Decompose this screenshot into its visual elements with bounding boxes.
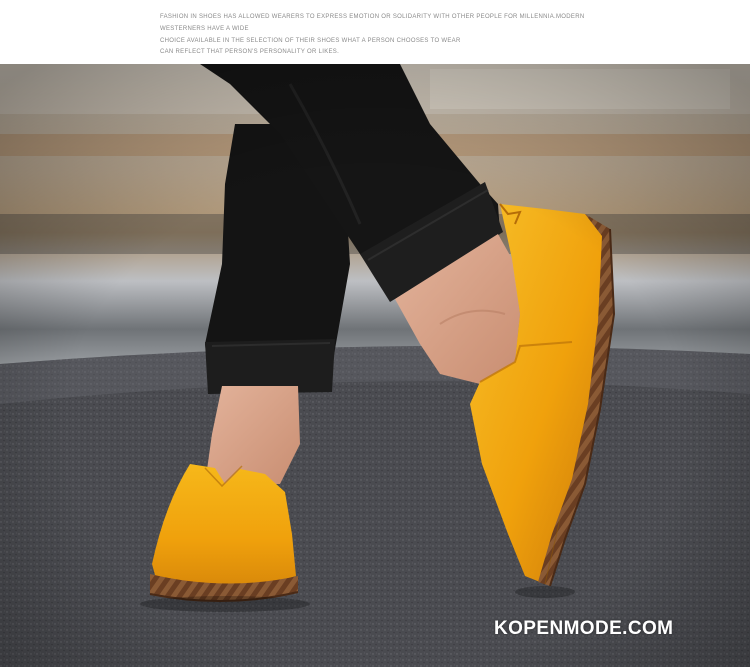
product-photo [0,64,750,667]
caption-line: WESTERNERS HAVE A WIDE [160,26,249,32]
caption-line: FASHION IN SHOES HAS ALLOWED WEARERS TO … [160,14,585,20]
caption-line: CAN REFLECT THAT PERSON'S PERSONALITY OR… [160,49,340,55]
caption-block: FASHION IN SHOES HAS ALLOWED WEARERS TO … [0,0,750,64]
watermark-text: KOPENMODE.COM [494,618,674,639]
caption-line: CHOICE AVAILABLE IN THE SELECTION OF THE… [160,38,461,44]
product-photo-illustration [0,64,750,667]
